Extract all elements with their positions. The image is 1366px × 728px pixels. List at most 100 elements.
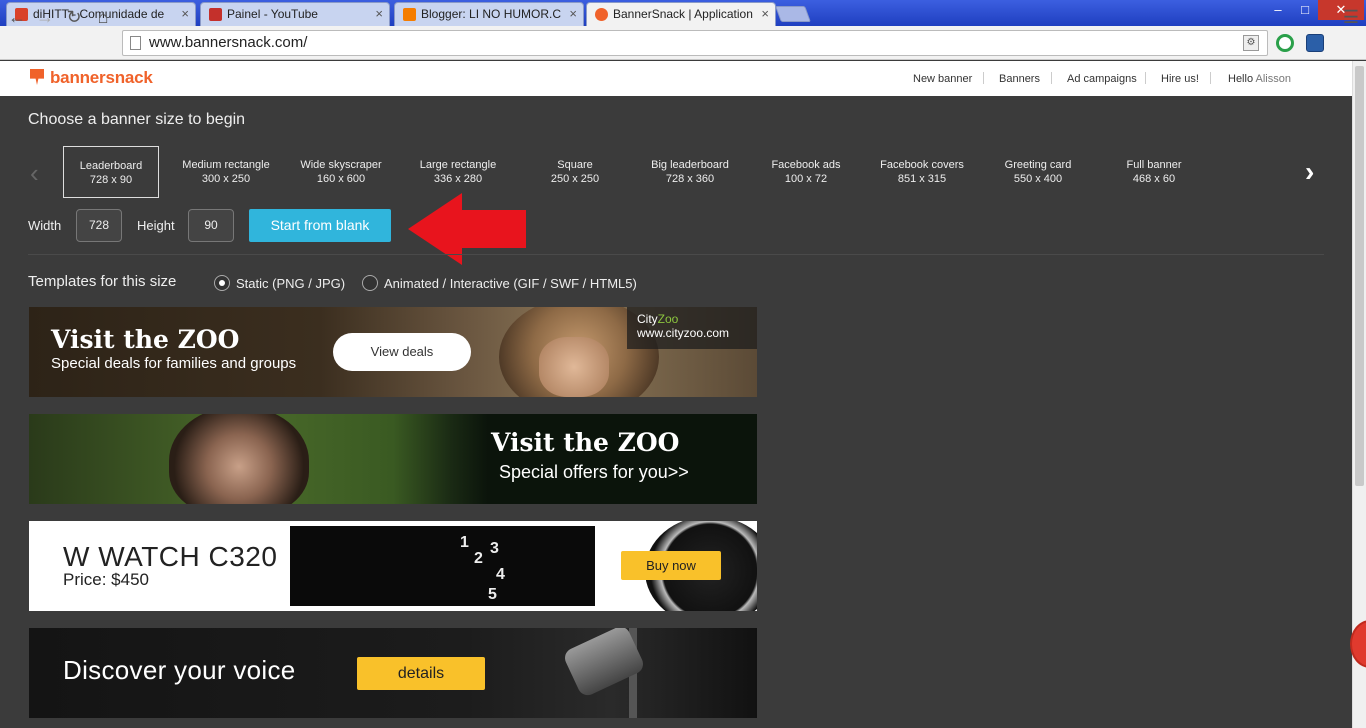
nav-divider (1145, 72, 1146, 84)
nav-new-banner[interactable]: New banner (913, 73, 972, 85)
close-tab-icon[interactable]: × (569, 6, 577, 21)
size-name: Square (557, 159, 593, 171)
size-dims: 100 x 72 (784, 173, 828, 185)
banner-headline: Visit the ZOO (491, 428, 680, 457)
size-option-wide-skyscraper[interactable]: Wide skyscraper 160 x 600 (293, 146, 389, 198)
details-button: details (357, 657, 485, 690)
template-banner-zoo-offers[interactable]: Visit the ZOO Special offers for you>> (29, 414, 757, 504)
forward-arrow-icon[interactable]: → (32, 4, 58, 30)
dial-number: 2 (474, 550, 483, 567)
size-name: Facebook covers (880, 159, 964, 171)
extension-green-icon[interactable] (1276, 34, 1294, 52)
blogger-favicon-icon (403, 8, 416, 21)
size-option-leaderboard[interactable]: Leaderboard 728 x 90 (63, 146, 159, 198)
size-dims: 550 x 400 (1013, 173, 1063, 185)
new-tab-button[interactable] (775, 6, 811, 22)
maximize-button[interactable]: □ (1292, 0, 1318, 20)
brand-url: www.cityzoo.com (637, 326, 730, 340)
size-dims: 336 x 280 (433, 173, 483, 185)
nav-banners[interactable]: Banners (999, 73, 1040, 85)
address-bar[interactable]: ⚙ (122, 30, 1268, 56)
radio-static-label[interactable]: Static (PNG / JPG) (236, 276, 345, 291)
size-dims: 728 x 90 (89, 174, 133, 186)
tab-title: Painel - YouTube (227, 7, 318, 21)
banner-headline: Discover your voice (63, 655, 296, 685)
nav-hire-us[interactable]: Hire us! (1161, 73, 1199, 85)
size-dims: 468 x 60 (1132, 173, 1176, 185)
brand-city: City (637, 312, 658, 326)
minimize-button[interactable]: ‒ (1264, 0, 1292, 20)
translate-icon[interactable]: ⚙ (1243, 35, 1259, 51)
extension-chart-icon[interactable] (1306, 34, 1324, 52)
browser-tab[interactable]: Painel - YouTube × (200, 2, 390, 26)
tab-title: Blogger: LI NO HUMOR.C (421, 7, 562, 21)
browser-tab[interactable]: Blogger: LI NO HUMOR.C × (394, 2, 584, 26)
radio-animated[interactable] (362, 275, 378, 291)
size-option-full-banner[interactable]: Full banner 468 x 60 (1106, 146, 1202, 198)
size-name: Large rectangle (419, 159, 497, 171)
size-option-facebook-covers[interactable]: Facebook covers 851 x 315 (874, 146, 970, 198)
close-tab-icon[interactable]: × (761, 6, 769, 21)
width-input[interactable]: 728 (76, 209, 122, 242)
nav-divider (1210, 72, 1211, 84)
size-name: Facebook ads (771, 159, 841, 171)
home-icon[interactable]: ⌂ (90, 4, 116, 30)
youtube-favicon-icon (209, 8, 222, 21)
size-dims: 300 x 250 (201, 173, 251, 185)
username: Alisson (1255, 73, 1291, 85)
size-option-medium-rectangle[interactable]: Medium rectangle 300 x 250 (177, 146, 275, 198)
radio-animated-label[interactable]: Animated / Interactive (GIF / SWF / HTML… (384, 276, 637, 291)
nav-ad-campaigns[interactable]: Ad campaigns (1067, 73, 1137, 85)
cityzoo-brand: CityZoo www.cityzoo.com (627, 307, 757, 349)
size-dims: 728 x 360 (665, 173, 715, 185)
page-icon (130, 36, 141, 50)
watch-image: 1 2 3 4 5 (290, 521, 757, 611)
sizes-prev-chevron-icon[interactable]: ‹ (30, 158, 39, 189)
size-option-greeting-card[interactable]: Greeting card 550 x 400 (990, 146, 1086, 198)
sizes-next-chevron-icon[interactable]: › (1305, 156, 1314, 188)
template-banner-voice[interactable]: Discover your voice details (29, 628, 757, 718)
dial-number: 5 (488, 586, 497, 603)
scrollbar-thumb[interactable] (1355, 66, 1364, 486)
dial-number: 1 (460, 534, 469, 551)
height-input[interactable]: 90 (188, 209, 234, 242)
chimpanzee-image (169, 414, 309, 504)
size-option-facebook-ads[interactable]: Facebook ads 100 x 72 (758, 146, 854, 198)
dial-number: 4 (496, 566, 505, 583)
logo-text: bannersnack (50, 68, 153, 87)
section-divider (28, 254, 1324, 255)
size-dims: 851 x 315 (897, 173, 947, 185)
browser-tab-active[interactable]: BannerSnack | Application × (586, 2, 776, 26)
reload-icon[interactable]: ↻ (61, 4, 87, 30)
banner-headline: Visit the ZOO (51, 325, 240, 354)
banner-price: Price: $450 (63, 570, 149, 589)
templates-title: Templates for this size (28, 273, 177, 290)
logo-mark-icon (30, 69, 44, 85)
menu-icon[interactable]: ☰ (1338, 4, 1364, 30)
template-banner-zoo-deals[interactable]: Visit the ZOO Special deals for families… (29, 307, 757, 397)
brand-zoo: Zoo (657, 312, 679, 326)
close-tab-icon[interactable]: × (375, 6, 383, 21)
logo[interactable]: bannersnack (30, 68, 153, 88)
back-arrow-icon[interactable]: ← (4, 4, 30, 30)
tab-title: BannerSnack | Application (613, 7, 753, 21)
size-name: Full banner (1126, 159, 1182, 171)
banner-headline: W WATCH C320 (63, 541, 278, 572)
width-label: Width (28, 218, 62, 233)
template-banner-watch[interactable]: W WATCH C320 Price: $450 1 2 3 4 5 Buy n… (29, 521, 757, 611)
radio-static[interactable] (214, 275, 230, 291)
size-name: Medium rectangle (182, 159, 270, 171)
close-tab-icon[interactable]: × (181, 6, 189, 21)
greeting-text: Hello (1228, 73, 1254, 85)
nav-divider (983, 72, 984, 84)
size-name: Leaderboard (79, 160, 143, 172)
size-dims: 250 x 250 (550, 173, 600, 185)
start-from-blank-button[interactable]: Start from blank (249, 209, 391, 242)
user-greeting[interactable]: Hello Alisson (1228, 73, 1291, 85)
size-name: Greeting card (1004, 159, 1072, 171)
url-input[interactable] (149, 34, 1229, 51)
size-option-large-rectangle[interactable]: Large rectangle 336 x 280 (410, 146, 506, 198)
monkey-face-image (539, 337, 609, 397)
size-option-square[interactable]: Square 250 x 250 (527, 146, 623, 198)
size-option-big-leaderboard[interactable]: Big leaderboard 728 x 360 (642, 146, 738, 198)
